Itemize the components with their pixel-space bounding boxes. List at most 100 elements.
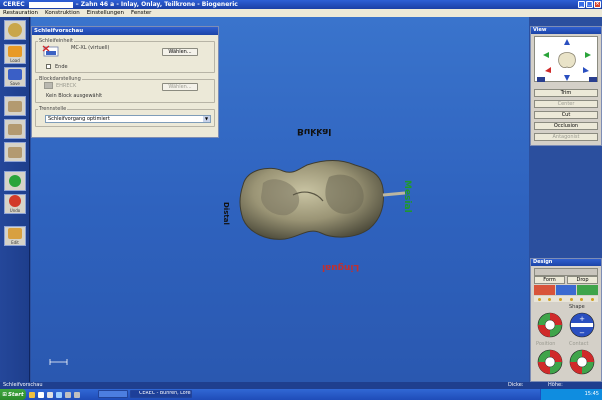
select-block-button[interactable]: Wählen...	[162, 83, 198, 91]
close-button[interactable]: ×	[594, 1, 601, 8]
grinding-preview-dialog: Schleifvorschau Schleifeinheit MC-XL (vi…	[31, 26, 219, 138]
size-dot-icon[interactable]	[537, 297, 541, 301]
size-dots-row	[534, 296, 598, 302]
grinding-mode-dropdown[interactable]: Schleifvorgang optimiert ▼	[45, 115, 211, 123]
tooth-restoration-model[interactable]	[233, 155, 413, 245]
tooth-model-icon	[8, 123, 22, 135]
tooth-crown-icon	[8, 146, 22, 158]
menu-einstellungen[interactable]: Einstellungen	[87, 10, 124, 16]
menu-bar: Restauration Konstruktion Einstellungen …	[0, 9, 602, 17]
block-icon	[44, 82, 53, 89]
grinding-unit-label: Schleifeinheit	[38, 38, 74, 44]
quicklaunch-folder-icon[interactable]	[29, 391, 35, 398]
contact-label: Contact	[569, 341, 589, 347]
antagonist-button[interactable]: Antagonist	[534, 133, 598, 141]
quicklaunch-app-icon[interactable]	[47, 391, 53, 398]
minimize-button[interactable]: _	[578, 1, 585, 8]
start-button[interactable]: ⊞ Start	[0, 389, 26, 400]
height-label: Höhe:	[548, 382, 563, 388]
load-label: Load	[10, 57, 20, 63]
logo-icon	[8, 23, 22, 37]
undo-button[interactable]: Undo	[4, 194, 26, 214]
end-checkbox-label: Ende	[55, 64, 68, 70]
view-orientation-box	[534, 36, 598, 82]
tooth-button[interactable]	[4, 96, 26, 116]
clock: 15:45	[584, 391, 599, 397]
edit-button[interactable]: Edit	[4, 226, 26, 246]
windows-logo-icon: ⊞	[2, 391, 7, 398]
no-block-text: Kein Block ausgewählt	[46, 93, 103, 99]
center-button[interactable]: Center	[534, 100, 598, 108]
cut-button[interactable]: Cut	[534, 111, 598, 119]
select-unit-button[interactable]: Wählen...	[162, 48, 198, 56]
quicklaunch-browser-icon[interactable]	[38, 391, 44, 398]
design-panel: Design Form Drop Shape + − Position Cont…	[530, 258, 602, 382]
view-right-down-arrow-icon	[583, 67, 589, 73]
tab-drop[interactable]: Drop	[567, 276, 598, 284]
menu-fenster[interactable]: Fenster	[131, 10, 151, 16]
view-right-arrow-icon	[585, 52, 591, 58]
label-mesial: Mesial	[402, 180, 412, 213]
tab-form[interactable]: Form	[534, 276, 565, 284]
size-dot-icon[interactable]	[591, 297, 595, 301]
size-dot-icon[interactable]	[548, 297, 552, 301]
chevron-down-icon[interactable]: ▼	[203, 116, 210, 122]
taskbar: ⊞ Start CEREC - Buhren, Lorem... 15:45	[0, 389, 602, 400]
view-left-down-arrow-icon	[545, 67, 551, 73]
rotate-control-icon[interactable]	[568, 348, 596, 376]
tool-hand-red-icon[interactable]	[534, 285, 555, 295]
maximize-button[interactable]: □	[586, 1, 593, 8]
trim-button[interactable]: Trim	[534, 89, 598, 97]
edit-icon	[8, 227, 22, 239]
design-tool-row	[534, 285, 599, 295]
tool-hand-blue-icon[interactable]	[555, 285, 577, 295]
thickness-label: Dicke:	[508, 382, 524, 388]
window-controls: _ □ ×	[578, 1, 601, 8]
quicklaunch-desktop-icon[interactable]	[65, 391, 71, 398]
save-button[interactable]: Save	[4, 67, 26, 87]
quicklaunch-media-icon[interactable]	[56, 391, 62, 398]
position-control-icon[interactable]	[536, 311, 564, 339]
window-title: – Zahn 46 a - Inlay, Onlay, Teilkrone - …	[75, 1, 238, 8]
tooth-model-button[interactable]	[4, 119, 26, 139]
menu-restauration[interactable]: Restauration	[3, 10, 38, 16]
save-icon	[8, 68, 22, 80]
shape-control-icon[interactable]: + −	[568, 311, 596, 339]
design-panel-title: Design	[531, 259, 601, 266]
folder-icon	[8, 45, 22, 57]
size-dot-icon[interactable]	[569, 297, 573, 301]
task-item-cerec[interactable]: CEREC - Buhren, Lorem...	[130, 390, 192, 398]
app-name: CEREC	[3, 1, 25, 8]
load-button[interactable]: Load	[4, 44, 26, 64]
block-name: EHRECK	[56, 83, 77, 89]
view-tooth-icon	[558, 52, 576, 68]
system-tray: 15:45	[540, 389, 602, 400]
view-left-arrow-icon	[543, 52, 549, 58]
svg-text:−: −	[579, 329, 585, 337]
logo-button[interactable]	[4, 20, 26, 40]
left-toolbar: Load Save Undo Edit	[0, 17, 30, 382]
size-dot-icon[interactable]	[559, 297, 563, 301]
task-item-1[interactable]	[98, 390, 128, 398]
size-dot-icon[interactable]	[580, 297, 584, 301]
position-label: Position	[536, 341, 556, 347]
quicklaunch-extra-icon[interactable]	[74, 391, 80, 398]
occlusion-button[interactable]: Occlusion	[534, 122, 598, 130]
view-panel: View Trim Center Cut Occlusion Antagonis…	[530, 26, 602, 146]
menu-konstruktion[interactable]: Konstruktion	[45, 10, 80, 16]
tooth-crown-button[interactable]	[4, 142, 26, 162]
next-button[interactable]	[4, 171, 26, 191]
window-titlebar: CEREC – Zahn 46 a - Inlay, Onlay, Teilkr…	[0, 0, 602, 9]
view-top-arrow-icon	[564, 39, 570, 45]
end-checkbox[interactable]	[46, 64, 51, 69]
status-text: Schleifvorschau	[3, 382, 43, 388]
grinding-unit-name: MC-XL (virtuell)	[71, 45, 110, 51]
edit-label: Edit	[11, 239, 19, 245]
patient-name-field	[28, 1, 73, 8]
undo-icon	[9, 195, 21, 207]
undo-label: Undo	[9, 208, 21, 213]
grinding-mode-value: Schleifvorgang optimiert	[48, 116, 110, 122]
contact-control-icon[interactable]	[536, 348, 564, 376]
tool-hand-green-icon[interactable]	[577, 285, 599, 295]
dialog-title: Schleifvorschau	[32, 27, 218, 35]
